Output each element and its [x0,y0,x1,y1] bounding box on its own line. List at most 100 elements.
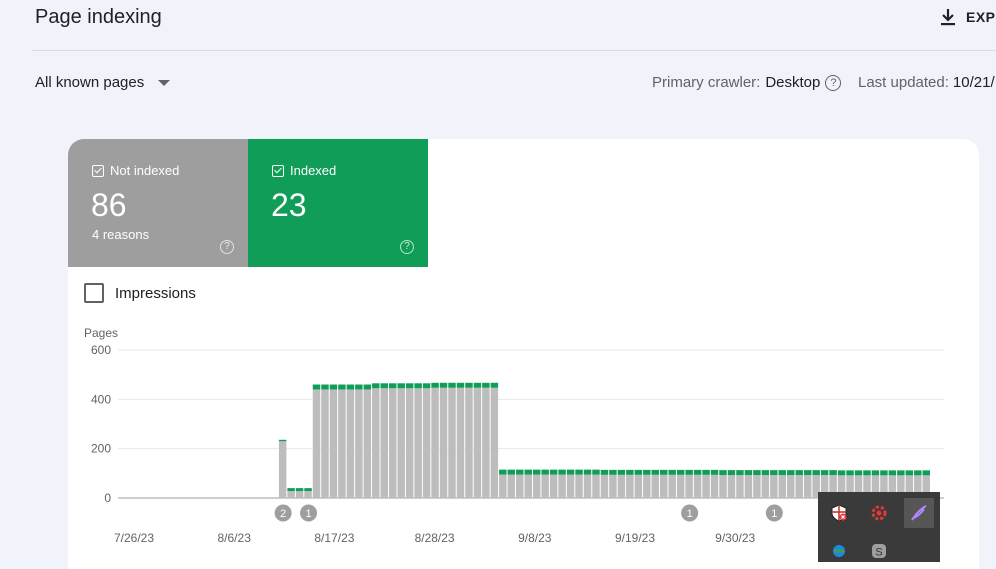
bar-segment [363,384,372,390]
network-globe-icon[interactable] [824,536,854,566]
bar-segment [676,469,685,475]
bar-segment [516,474,524,498]
bar-segment [592,474,600,498]
bar-segment [583,474,592,498]
bar-segment [693,469,702,475]
bar-segment [338,384,346,390]
bar-segment [312,384,321,390]
header-divider [32,50,996,51]
bar-segment [329,384,338,390]
bar-segment [414,388,422,498]
bar-segment [778,475,787,498]
bar-segment [422,388,431,498]
bar-segment [702,469,710,475]
x-tick-label: 9/30/23 [715,531,755,545]
bar-segment [643,469,651,475]
bar-segment [753,475,761,498]
bar-segment [448,387,456,498]
bar-segment [346,389,355,498]
bar-segment [719,475,727,498]
bar-segment [651,474,659,498]
bar-segment [626,474,634,498]
x-tick-label: 9/8/23 [518,531,552,545]
bar-segment [753,470,761,476]
help-icon[interactable]: ? [825,74,842,91]
bar-segment [668,474,676,498]
bar-segment [829,470,837,476]
bar-segment [321,384,329,390]
bar-segment [558,469,566,475]
bar-segment [414,383,422,389]
bar-segment [744,470,753,476]
bar-segment [439,382,448,388]
bar-segment [575,474,583,498]
bar-segment [355,384,363,390]
bar-segment [710,469,719,475]
x-tick-label: 7/26/23 [114,531,154,545]
bar-segment [372,388,380,498]
x-tick-label: 9/19/23 [615,531,655,545]
bar-segment [448,382,456,388]
last-updated-info: Last updated: 10/21/ [858,74,995,91]
x-tick-label: 8/17/23 [314,531,354,545]
bar-segment [389,383,397,389]
bar-segment [727,475,736,498]
bar-segment [634,469,643,475]
bar-segment [575,469,583,475]
bar-segment [871,470,880,476]
bar-segment [702,474,710,498]
bar-segment [617,474,626,498]
bar-segment [380,383,388,389]
bar-segment [761,475,770,498]
export-button[interactable]: EXP [940,8,996,26]
bar-segment [880,470,888,476]
x-tick-label: 8/6/23 [218,531,252,545]
bar-segment [541,469,549,475]
bar-segment [295,488,304,492]
bar-segment [490,387,499,498]
bar-segment [668,469,676,475]
bar-segment [609,469,617,475]
bar-segment [482,387,490,498]
bar-segment [846,470,854,476]
chevron-down-icon [158,79,171,86]
bar-segment [321,389,329,498]
bar-segment [592,469,600,475]
bar-segment [787,470,795,476]
export-label: EXP [966,9,996,25]
bar-segment [473,382,482,388]
bar-segment [719,470,727,476]
pages-filter-dropdown[interactable]: All known pages [35,74,171,91]
bar-segment [795,475,803,498]
bar-segment [863,470,871,476]
bar-segment [304,488,312,492]
purple-feather-icon[interactable] [904,498,934,528]
bar-segment [736,470,744,476]
bar-segment [600,469,609,475]
bar-segment [744,475,753,498]
y-tick-label: 0 [104,491,111,505]
red-gear-icon[interactable] [864,498,894,528]
bar-segment [507,469,516,475]
bar-segment [532,474,541,498]
bar-segment [558,474,566,498]
annotation-label: 1 [687,508,693,520]
bar-segment [905,470,914,476]
bar-segment [490,382,499,388]
bar-segment [651,469,659,475]
bar-segment [676,474,685,498]
bar-segment [397,388,405,498]
bar-segment [516,469,524,475]
system-tray-popup: S [818,492,940,562]
bar-segment [431,387,439,498]
y-tick-label: 200 [91,442,111,456]
bar-segment [456,382,465,388]
bar-segment [287,491,295,498]
primary-crawler-info: Primary crawler: Desktop ? [652,74,842,91]
shield-x-icon[interactable] [824,498,854,528]
bar-segment [439,387,448,498]
bar-segment [922,470,930,476]
bar-segment [329,389,338,498]
s-app-icon[interactable]: S [864,536,894,566]
bar-segment [685,469,693,475]
